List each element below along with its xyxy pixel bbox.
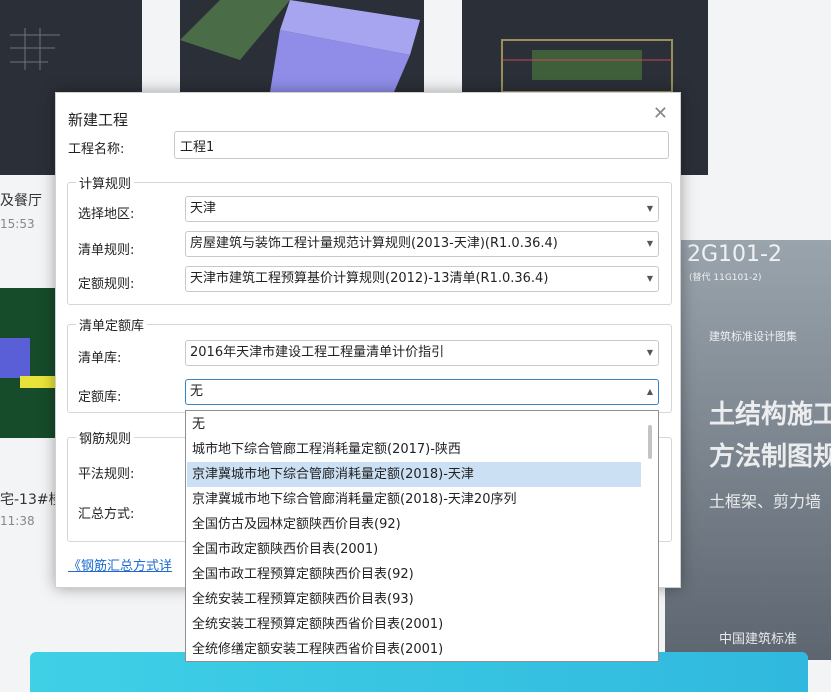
bill-rule-label: 清单规则:	[78, 243, 135, 258]
dropdown-scrollbar[interactable]	[648, 425, 652, 459]
3d-model-image	[0, 288, 60, 438]
book-title-line: 土结构施工	[709, 400, 831, 430]
project-time: 11:38	[0, 514, 35, 528]
project-title[interactable]: 宅-13#楼	[0, 489, 63, 509]
bill-lib-value: 2016年天津市建设工程工程量清单计价指引	[190, 345, 445, 360]
bill-rule-value: 房屋建筑与装饰工程计量规范计算规则(2013-天津)(R1.0.36.4)	[190, 236, 558, 251]
chevron-down-icon: ▼	[646, 348, 653, 357]
chevron-down-icon: ▼	[646, 204, 653, 213]
close-icon[interactable]: ✕	[653, 105, 668, 123]
dropdown-option[interactable]: 无	[187, 412, 641, 437]
rebar-legend: 钢筋规则	[79, 432, 132, 447]
dropdown-option[interactable]: 全统安装工程预算定额陕西价目表(93)	[187, 587, 641, 612]
project-title[interactable]: 及餐厅	[0, 190, 42, 210]
book-publisher: 中国建筑标准	[719, 632, 798, 647]
summary-method-label: 汇总方式:	[78, 507, 135, 522]
dropdown-option[interactable]: 京津冀城市地下综合管廊消耗量定额(2018)-天津	[187, 462, 641, 487]
dropdown-option[interactable]: 全国市政工程预算定额陕西价目表(92)	[187, 562, 641, 587]
book-subcode: (替代 11G101-2)	[689, 273, 762, 283]
dropdown-option[interactable]: 全统修缮定额安装工程陕西省价目表(2001)	[187, 637, 641, 661]
dropdown-option[interactable]: 全国市政定额陕西价目表(2001)	[187, 537, 641, 562]
book-series: 建筑标准设计图集	[709, 330, 797, 343]
method-rule-label: 平法规则:	[78, 467, 135, 482]
project-name-label: 工程名称:	[68, 142, 125, 157]
dropdown-option[interactable]: 全统安装工程预算定额陕西省价目表(2001)	[187, 612, 641, 637]
dropdown-option[interactable]: 全国仿古及园林定额陕西价目表(92)	[187, 512, 641, 537]
3d-model-image	[180, 0, 420, 92]
book-cover-ad[interactable]: 2G101-2 (替代 11G101-2) 建筑标准设计图集 土结构施工 方法制…	[665, 240, 831, 660]
bill-rule-select[interactable]: 房屋建筑与装饰工程计量规范计算规则(2013-天津)(R1.0.36.4) ▼	[185, 231, 659, 257]
chevron-down-icon: ▼	[646, 274, 653, 283]
quota-lib-dropdown-list[interactable]: 无城市地下综合管廊工程消耗量定额(2017)-陕西 京津冀城市地下综合管廊消耗量定…	[185, 410, 659, 662]
dropdown-option[interactable]: 京津冀城市地下综合管廊消耗量定额(2018)-天津20序列	[187, 487, 641, 512]
book-title-line: 方法制图规则	[709, 442, 831, 472]
region-value: 天津	[190, 201, 217, 216]
project-time: 15:53	[0, 217, 35, 231]
quota-rule-select[interactable]: 天津市建筑工程预算基价计算规则(2012)-13清单(R1.0.36.4) ▼	[185, 266, 659, 292]
project-thumbnail[interactable]	[180, 0, 424, 92]
quota-lib-label: 定额库:	[78, 390, 122, 405]
project-thumbnail[interactable]	[0, 288, 60, 438]
bill-lib-label: 清单库:	[78, 351, 122, 366]
book-code: 2G101-2	[687, 242, 782, 267]
quota-lib-select[interactable]: 无 ▲	[185, 379, 659, 405]
quota-lib-value: 无	[190, 384, 204, 399]
rebar-summary-detail-link[interactable]: 《钢筋汇总方式详	[68, 555, 172, 574]
quota-rule-value: 天津市建筑工程预算基价计算规则(2012)-13清单(R1.0.36.4)	[190, 271, 549, 286]
chevron-up-icon: ▲	[646, 387, 653, 396]
book-title-line: 土框架、剪力墙	[709, 492, 822, 511]
chevron-down-icon: ▼	[646, 239, 653, 248]
dialog-title: 新建工程	[68, 111, 129, 129]
library-legend: 清单定额库	[79, 319, 145, 334]
dropdown-option[interactable]: 城市地下综合管廊工程消耗量定额(2017)-陕西	[187, 437, 641, 462]
calc-rules-legend: 计算规则	[79, 177, 132, 192]
project-name-input[interactable]	[174, 131, 669, 159]
region-select[interactable]: 天津 ▼	[185, 196, 659, 222]
bill-lib-select[interactable]: 2016年天津市建设工程工程量清单计价指引 ▼	[185, 340, 659, 366]
quota-rule-label: 定额规则:	[78, 277, 135, 292]
region-label: 选择地区:	[78, 207, 135, 222]
